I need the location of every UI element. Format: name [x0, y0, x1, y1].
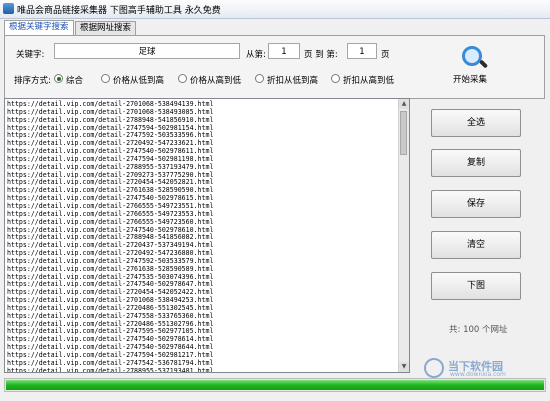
- sort-radio-price-desc[interactable]: [178, 74, 187, 83]
- from-page-input[interactable]: 1: [268, 43, 300, 59]
- sort-radio-price-asc[interactable]: [101, 74, 110, 83]
- start-collect-button[interactable]: 开始采集: [449, 46, 499, 86]
- save-button[interactable]: 保存: [431, 190, 521, 218]
- page-to-label: 页 到 第:: [304, 50, 338, 60]
- clear-button[interactable]: 清空: [431, 231, 521, 259]
- tab-url-search[interactable]: 根据网址搜索: [75, 21, 137, 35]
- sort-radio-discount-desc[interactable]: [331, 74, 340, 83]
- sort-option-label: 综合: [66, 76, 84, 86]
- sort-label: 排序方式:: [14, 76, 51, 86]
- sort-radio-comprehensive[interactable]: [54, 74, 63, 83]
- scroll-thumb[interactable]: [400, 111, 407, 155]
- sort-option-label: 折扣从低到高: [267, 76, 319, 86]
- magnifier-handle: [478, 59, 489, 69]
- sort-option-label: 折扣从高到低: [343, 76, 395, 86]
- sort-option-label: 价格从高到低: [190, 76, 242, 86]
- start-collect-label: 开始采集: [453, 75, 488, 85]
- scroll-down-icon[interactable]: ▼: [399, 362, 409, 372]
- app-icon: [3, 3, 14, 14]
- results-scrollbar[interactable]: ▲ ▼: [398, 99, 409, 372]
- title-bar: 唯品会商品链接采集器 下图高手辅助工具 永久免费: [0, 0, 550, 19]
- to-page-input[interactable]: 1: [347, 43, 377, 59]
- download-images-button[interactable]: 下图: [431, 272, 521, 300]
- keyword-input[interactable]: 足球: [54, 43, 240, 59]
- sort-option-label: 价格从低到高: [113, 76, 165, 86]
- progress-bar: [4, 378, 546, 392]
- select-all-button[interactable]: 全选: [431, 109, 521, 137]
- page-label: 页: [381, 50, 390, 60]
- progress-fill: [6, 380, 544, 390]
- result-url-line: https://detail.vip.com/detail-2788955-53…: [7, 366, 214, 373]
- scroll-up-icon[interactable]: ▲: [399, 99, 409, 109]
- results-list[interactable]: https://detail.vip.com/detail-2701068-53…: [4, 98, 410, 373]
- watermark-url: www.downxia.com: [450, 371, 506, 378]
- copy-button[interactable]: 复制: [431, 149, 521, 177]
- watermark: 当下软件园 www.downxia.com: [424, 358, 544, 380]
- keyword-label: 关键字:: [16, 50, 45, 60]
- from-page-label: 从第:: [246, 50, 266, 60]
- url-count: 共: 100 个网址: [449, 325, 508, 335]
- results-lines: https://detail.vip.com/detail-2701068-53…: [7, 100, 214, 373]
- downxia-logo-icon: [424, 358, 444, 378]
- tab-keyword-search[interactable]: 根据关键字搜索: [4, 20, 74, 35]
- sort-radio-discount-asc[interactable]: [255, 74, 264, 83]
- window-title: 唯品会商品链接采集器 下图高手辅助工具 永久免费: [17, 6, 221, 16]
